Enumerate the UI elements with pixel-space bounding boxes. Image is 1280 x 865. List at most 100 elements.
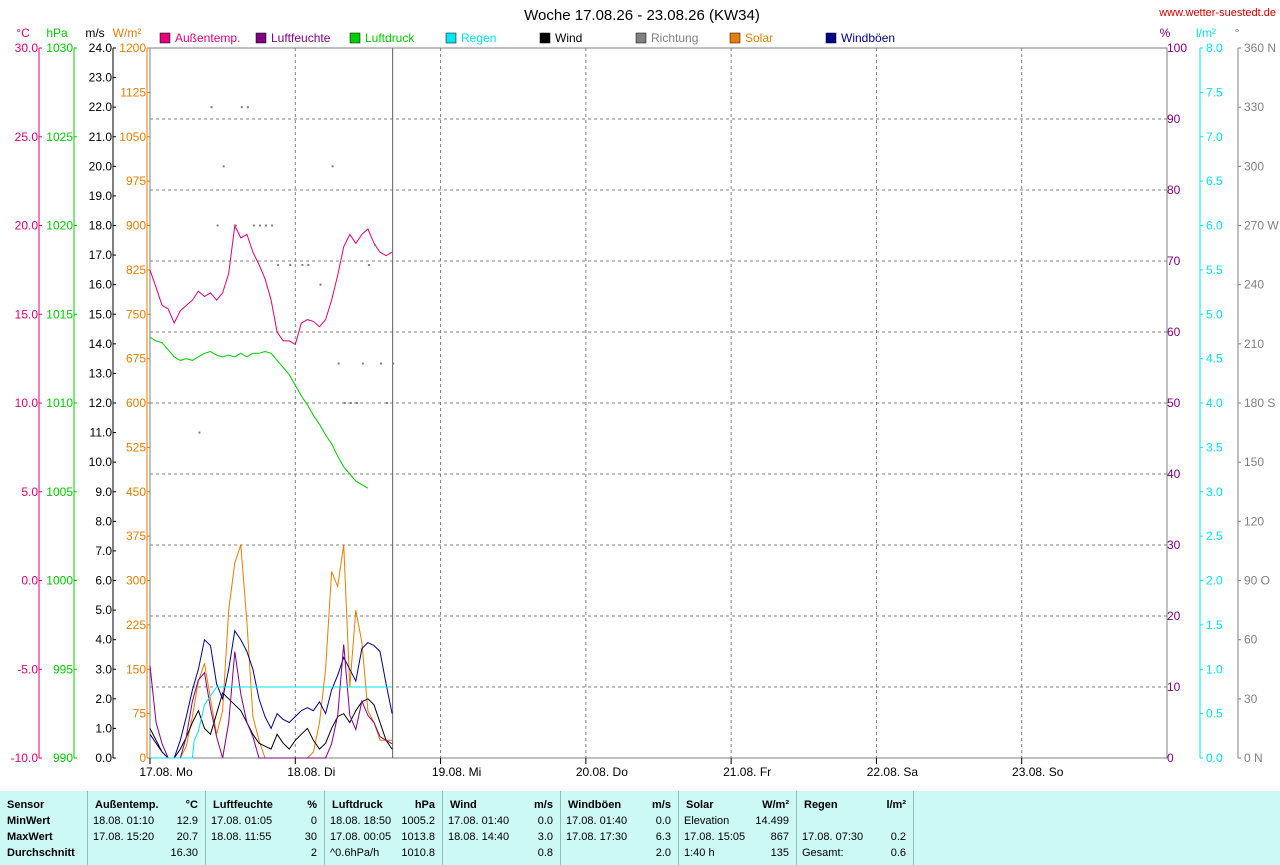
- tick-label: 7.5: [1206, 85, 1223, 99]
- tick-label: 10: [1167, 680, 1181, 694]
- tick-label: 150: [1244, 455, 1264, 469]
- stats-cell: 14.499: [755, 815, 789, 827]
- direction-dot: [240, 106, 243, 109]
- tick-label: 330: [1244, 100, 1264, 114]
- stats-cell: 12.9: [176, 815, 198, 827]
- weather-week-chart: Woche 17.08.26 - 23.08.26 (KW34) www.wet…: [11, 7, 1280, 779]
- tick-label: 1010: [46, 396, 73, 410]
- tick-label: 0.0: [21, 574, 38, 588]
- stats-cell: 20.7: [176, 831, 198, 843]
- tick-label: 0 N: [1244, 751, 1263, 765]
- tick-label: 1.0: [1206, 662, 1223, 676]
- stats-cell: 16.30: [170, 847, 198, 859]
- tick-label: 7.0: [95, 544, 112, 558]
- stats-cell: 6.3: [655, 831, 671, 843]
- direction-dot: [392, 362, 395, 365]
- x-axis-labels: 17.08. Mo 18.08. Di 19.08. Mi 20.08. Do 21.0…: [139, 758, 1064, 779]
- direction-dot: [319, 283, 322, 286]
- tick-label: 6.0: [1206, 219, 1223, 233]
- direction-dot: [331, 165, 334, 168]
- tick-label: 70: [1167, 254, 1181, 268]
- stats-cell: ^0.6hPa/h: [330, 847, 380, 859]
- tick-label: 10.0: [89, 455, 113, 469]
- tick-label: 450: [126, 485, 146, 499]
- stats-column: Außentemp. °C 18.08. 01:10 12.9 17.08. 15:20…: [88, 791, 206, 865]
- tick-label: 525: [126, 440, 146, 454]
- stats-cell: 18.08. 18:50: [330, 815, 392, 827]
- site-url[interactable]: www.wetter-suestedt.de: [1158, 7, 1276, 19]
- tick-label: 90: [1167, 112, 1181, 126]
- direction-dot: [289, 263, 292, 266]
- stats-cell: 30: [304, 831, 317, 843]
- tick-label: 5.0: [95, 603, 112, 617]
- tick-label: 12.0: [89, 396, 113, 410]
- stats-cell: 0.0: [537, 815, 553, 827]
- direction-dot: [216, 224, 219, 227]
- tick-label: 50: [1167, 396, 1181, 410]
- tick-label: 0.0: [95, 751, 112, 765]
- stats-cell: 2: [310, 847, 317, 859]
- tick-label: 30: [1167, 538, 1181, 552]
- tick-label: 1005: [46, 485, 73, 499]
- stats-cell: 17.08. 15:05: [684, 831, 746, 843]
- axis-unit-label: %: [1160, 26, 1171, 40]
- x-tick-label: 18.08. Di: [287, 765, 335, 779]
- stats-cell: 0.2: [890, 831, 906, 843]
- direction-dot: [367, 263, 370, 266]
- legend-swatch: [159, 32, 171, 44]
- stats-cell: 18.08. 14:40: [448, 831, 510, 843]
- tick-label: 1030: [46, 41, 73, 55]
- stats-cell: 17.08. 15:20: [93, 831, 155, 843]
- stats-cell: Elevation: [684, 815, 730, 827]
- tick-label: 225: [126, 618, 146, 632]
- tick-label: 1125: [120, 85, 146, 99]
- stats-cell: MinWert: [7, 815, 51, 827]
- stats-cell: Luftfeuchte: [213, 799, 273, 811]
- tick-label: 15.0: [89, 307, 113, 321]
- tick-label: 150: [126, 662, 146, 676]
- tick-label: 0: [139, 751, 146, 765]
- stats-cell: 0.6: [890, 847, 906, 859]
- stats-cell: 18.08. 01:10: [93, 815, 155, 827]
- tick-label: 4.0: [1206, 396, 1223, 410]
- stats-column: Windböen m/s 17.08. 01:40 0.0 17.08. 17:30 6.…: [561, 791, 679, 865]
- x-tick-label: 20.08. Do: [576, 765, 628, 779]
- tick-label: 5.0: [1206, 307, 1223, 321]
- tick-label: 675: [126, 352, 146, 366]
- stats-cell: Außentemp.: [95, 799, 159, 811]
- stats-cell: 17.08. 07:30: [802, 831, 864, 843]
- tick-label: 8.0: [1206, 41, 1223, 55]
- legend-label: Regen: [461, 31, 496, 45]
- stats-cell: Sensor: [7, 799, 45, 811]
- tick-label: 60: [1167, 325, 1181, 339]
- tick-label: 9.0: [95, 485, 112, 499]
- tick-label: 20.0: [15, 219, 39, 233]
- legend-label: Richtung: [651, 31, 698, 45]
- direction-dot: [380, 362, 383, 365]
- stats-cell: m/s: [652, 799, 671, 811]
- stats-cell: Solar: [686, 799, 714, 811]
- stats-cell: 3.0: [537, 831, 553, 843]
- tick-label: 17.0: [89, 248, 113, 262]
- tick-label: 900: [126, 219, 146, 233]
- tick-label: 750: [126, 307, 146, 321]
- legend-swatch: [825, 32, 837, 44]
- stats-column: Solar W/m² Elevation 14.499 17.08. 15:05 867 1…: [679, 791, 797, 865]
- tick-label: -10.0: [11, 751, 39, 765]
- direction-dot: [361, 362, 364, 365]
- tick-label: 210: [1244, 337, 1264, 351]
- stats-column: Luftfeuchte% 17.08. 01:05 0 18.08. 11:55 30 2: [206, 791, 325, 865]
- stats-cell: 0: [310, 815, 317, 827]
- stats-cell: Wind: [450, 799, 477, 811]
- tick-label: 1.0: [95, 721, 112, 735]
- tick-label: 60: [1244, 633, 1258, 647]
- stats-cell: m/s: [534, 799, 553, 811]
- stats-column: Regen l/m² 17.08. 07:30 0.2 Gesamt: 0.6: [797, 791, 914, 865]
- x-tick-label: 23.08. So: [1012, 765, 1064, 779]
- stats-cell: MaxWert: [7, 831, 53, 843]
- tick-label: 270 W: [1244, 219, 1279, 233]
- stats-cell: 135: [770, 847, 789, 859]
- tick-label: 3.0: [1206, 485, 1223, 499]
- axis-unit-label: W/m²: [113, 26, 142, 40]
- tick-label: -5.0: [17, 662, 38, 676]
